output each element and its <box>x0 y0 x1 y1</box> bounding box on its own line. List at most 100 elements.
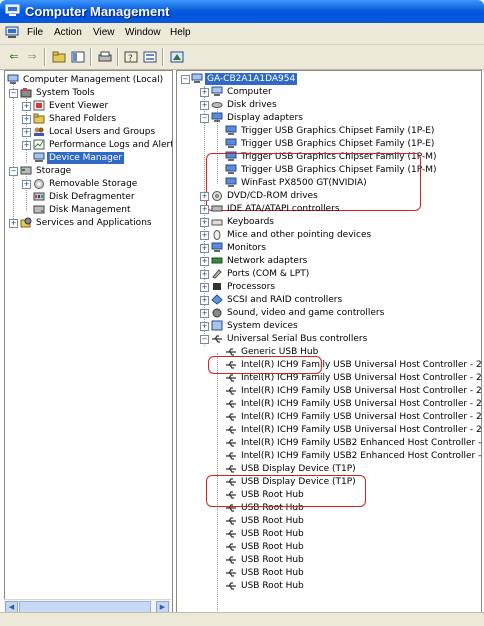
category-display-adapters[interactable]: Display adapters <box>211 111 305 124</box>
sound-icon <box>212 308 222 318</box>
usb-device-item[interactable]: Intel(R) ICH9 Family USB Universal Host … <box>225 384 481 397</box>
usb-device-item[interactable]: USB Root Hub <box>225 540 306 553</box>
mouse-icon <box>213 230 221 240</box>
expand-category-icon[interactable]: + <box>200 309 209 318</box>
menu-view[interactable]: View <box>93 27 115 38</box>
tree-item-shared-folders[interactable]: Shared Folders <box>33 112 118 125</box>
expand-disk-drives-icon[interactable]: + <box>200 101 209 110</box>
collapse-storage-icon[interactable]: − <box>9 167 18 176</box>
title-bar[interactable]: Computer Management <box>0 0 484 23</box>
expand-category-icon[interactable]: + <box>200 244 209 253</box>
display-adapter-icon <box>225 125 237 135</box>
expand-category-icon[interactable]: + <box>200 218 209 227</box>
console-tree-pane[interactable]: Computer Management (Local) − System Too… <box>4 70 173 614</box>
expand-category-icon[interactable]: + <box>200 231 209 240</box>
usb-device-item[interactable]: USB Root Hub <box>225 553 306 566</box>
horizontal-scrollbar[interactable]: ◀ ▶ <box>4 599 171 613</box>
help-icon[interactable]: ? <box>123 49 139 64</box>
back-arrow-icon[interactable]: ⇐ <box>6 49 22 64</box>
expand-performance-logs-icon[interactable]: + <box>22 141 31 150</box>
menu-help[interactable]: Help <box>170 27 191 38</box>
category-system-devices[interactable]: System devices <box>211 319 300 332</box>
window-menu-icon[interactable] <box>5 26 19 39</box>
device-root[interactable]: GA-CB2A1A1DA954 <box>191 72 298 85</box>
tree-item-performance-logs[interactable]: Performance Logs and Alerts <box>33 138 172 151</box>
category-keyboards[interactable]: Keyboards <box>211 215 276 228</box>
category-usb-controllers[interactable]: Universal Serial Bus controllers <box>211 332 369 345</box>
usb-device-item[interactable]: Intel(R) ICH9 Family USB Universal Host … <box>225 410 481 423</box>
menu-action[interactable]: Action <box>54 27 82 38</box>
usb-device-item[interactable]: USB Root Hub <box>225 514 306 527</box>
category-mice[interactable]: Mice and other pointing devices <box>211 228 373 241</box>
tree-item-event-viewer[interactable]: Event Viewer <box>33 99 110 112</box>
display-adapter-item[interactable]: Trigger USB Graphics Chipset Family (1P-… <box>225 137 436 150</box>
category-dvd-cdrom[interactable]: DVD/CD-ROM drives <box>211 189 320 202</box>
usb-icon <box>226 452 236 460</box>
category-scsi-raid[interactable]: SCSI and RAID controllers <box>211 293 344 306</box>
category-network-adapters[interactable]: Network adapters <box>211 254 309 267</box>
expand-local-users-icon[interactable]: + <box>22 128 31 137</box>
usb-device-item[interactable]: USB Root Hub <box>225 579 306 592</box>
tree-item-local-users[interactable]: Local Users and Groups <box>33 125 157 138</box>
tree-item-disk-defragmenter[interactable]: Disk Defragmenter <box>33 190 137 203</box>
menu-bar: File Action View Window Help <box>0 23 484 45</box>
tree-item-device-manager[interactable]: Device Manager <box>33 151 125 164</box>
tree-item-computer-management[interactable]: Computer Management (Local) <box>7 73 165 86</box>
usb-device-item[interactable]: Intel(R) ICH9 Family USB2 Enhanced Host … <box>225 436 481 449</box>
usb-device-item[interactable]: Intel(R) ICH9 Family USB Universal Host … <box>225 423 481 436</box>
highlight-circle <box>208 356 322 374</box>
category-processors[interactable]: Processors <box>211 280 277 293</box>
collapse-display-adapters-icon[interactable]: − <box>200 114 209 123</box>
expand-category-icon[interactable]: + <box>200 257 209 266</box>
print-icon[interactable] <box>97 49 113 64</box>
expand-removable-storage-icon[interactable]: + <box>22 180 31 189</box>
usb-icon <box>226 439 236 447</box>
tree-item-storage[interactable]: Storage <box>20 164 73 177</box>
expand-category-icon[interactable]: + <box>200 322 209 331</box>
expand-category-icon[interactable]: + <box>200 270 209 279</box>
properties-icon[interactable] <box>142 49 158 64</box>
category-monitors[interactable]: Monitors <box>211 241 268 254</box>
collapse-usb-controllers-icon[interactable]: − <box>200 335 209 344</box>
collapse-system-tools-icon[interactable]: − <box>9 89 18 98</box>
usb-icon <box>226 413 236 421</box>
category-disk-drives[interactable]: Disk drives <box>211 98 279 111</box>
usb-device-item[interactable]: USB Root Hub <box>225 566 306 579</box>
performance-icon <box>33 139 45 150</box>
tree-item-removable-storage[interactable]: Removable Storage <box>33 177 139 190</box>
usb-icon <box>226 530 236 538</box>
category-ide-ata[interactable]: IDE ATA/ATAPI controllers <box>211 202 342 215</box>
menu-window[interactable]: Window <box>125 27 161 38</box>
expand-services-applications-icon[interactable]: + <box>9 219 18 228</box>
expand-category-icon[interactable]: + <box>200 205 209 214</box>
scan-hardware-icon[interactable] <box>169 49 185 64</box>
display-adapter-item[interactable]: Trigger USB Graphics Chipset Family (1P-… <box>225 124 436 137</box>
expand-category-icon[interactable]: + <box>200 283 209 292</box>
usb-device-item[interactable]: USB Root Hub <box>225 527 306 540</box>
collapse-root-icon[interactable]: − <box>181 75 190 84</box>
device-tree-pane[interactable]: − GA-CB2A1A1DA954 + Computer + Disk driv… <box>176 70 482 614</box>
usb-device-item[interactable]: Intel(R) ICH9 Family USB2 Enhanced Host … <box>225 449 481 462</box>
category-ports[interactable]: Ports (COM & LPT) <box>211 267 311 280</box>
event-viewer-icon <box>33 100 45 111</box>
network-adapter-icon <box>211 257 223 264</box>
usb-icon <box>226 582 236 590</box>
tree-item-disk-management[interactable]: Disk Management <box>33 203 132 216</box>
forward-arrow-icon[interactable]: ⇒ <box>24 49 40 64</box>
usb-device-item[interactable]: USB Display Device (T1P) <box>225 462 358 475</box>
usb-device-item[interactable]: Intel(R) ICH9 Family USB Universal Host … <box>225 397 481 410</box>
expand-category-icon[interactable]: + <box>200 296 209 305</box>
category-computer[interactable]: Computer <box>211 85 274 98</box>
storage-icon <box>20 166 32 175</box>
svg-text:?: ? <box>128 54 133 63</box>
menu-file[interactable]: File <box>27 27 43 38</box>
tree-item-services-applications[interactable]: Services and Applications <box>20 216 154 229</box>
expand-computer-icon[interactable]: + <box>200 88 209 97</box>
tree-item-system-tools[interactable]: System Tools <box>20 86 97 99</box>
show-tree-icon[interactable] <box>70 49 86 64</box>
expand-shared-folders-icon[interactable]: + <box>22 115 31 124</box>
category-sound-video[interactable]: Sound, video and game controllers <box>211 306 386 319</box>
expand-event-viewer-icon[interactable]: + <box>22 102 31 111</box>
up-folder-icon[interactable] <box>51 49 67 64</box>
expand-category-icon[interactable]: + <box>200 192 209 201</box>
